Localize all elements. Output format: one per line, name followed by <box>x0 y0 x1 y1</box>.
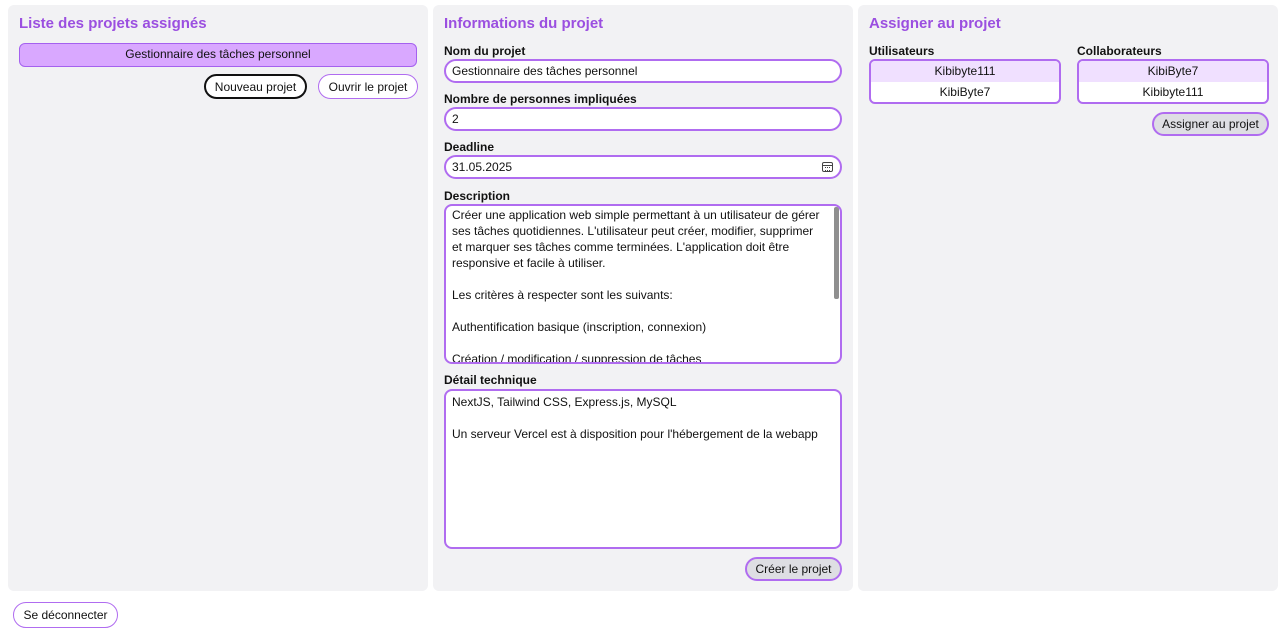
project-name-label: Nom du projet <box>444 44 526 58</box>
collaborators-list-item[interactable]: KibiByte7 <box>1079 61 1267 82</box>
technical-detail-textarea[interactable]: NextJS, Tailwind CSS, Express.js, MySQL … <box>444 389 842 549</box>
project-info-panel: Informations du projet Nom du projet Ges… <box>433 5 853 591</box>
assign-project-button[interactable]: Assigner au projet <box>1152 112 1269 136</box>
deadline-value: 31.05.2025 <box>452 160 513 174</box>
collaborators-label: Collaborateurs <box>1077 44 1162 58</box>
description-paragraph: Les critères à respecter sont les suivan… <box>452 288 673 302</box>
description-paragraph: Authentification basique (inscription, c… <box>452 320 707 334</box>
technical-paragraph: NextJS, Tailwind CSS, Express.js, MySQL <box>452 395 677 409</box>
users-list-item[interactable]: Kibibyte111 <box>871 61 1059 82</box>
deadline-label: Deadline <box>444 140 495 154</box>
description-paragraph: Créer une application web simple permett… <box>452 208 823 270</box>
project-info-title: Informations du projet <box>444 15 604 32</box>
description-textarea[interactable]: Créer une application web simple permett… <box>444 204 842 364</box>
assigned-projects-title: Liste des projets assignés <box>19 15 207 32</box>
technical-paragraph: Un serveur Vercel est à disposition pour… <box>452 427 818 441</box>
users-list[interactable]: Kibibyte111 KibiByte7 <box>869 59 1061 104</box>
technical-detail-label: Détail technique <box>444 373 537 387</box>
description-scrollbar[interactable] <box>834 207 839 299</box>
new-project-button[interactable]: Nouveau projet <box>204 74 307 99</box>
collaborators-list-item[interactable]: Kibibyte111 <box>1079 82 1267 102</box>
create-project-button[interactable]: Créer le projet <box>745 557 842 581</box>
assigned-projects-panel: Liste des projets assignés Gestionnaire … <box>8 5 428 591</box>
users-list-item[interactable]: KibiByte7 <box>871 82 1059 102</box>
assign-project-title: Assigner au projet <box>869 15 1001 32</box>
people-count-input[interactable]: 2 <box>444 107 842 131</box>
calendar-icon[interactable] <box>822 162 833 172</box>
open-project-button[interactable]: Ouvrir le projet <box>318 74 418 99</box>
collaborators-list[interactable]: KibiByte7 Kibibyte111 <box>1077 59 1269 104</box>
people-count-label: Nombre de personnes impliquées <box>444 92 637 106</box>
users-label: Utilisateurs <box>869 44 935 58</box>
project-list-item[interactable]: Gestionnaire des tâches personnel <box>19 43 417 67</box>
deadline-input[interactable]: 31.05.2025 <box>444 155 842 179</box>
description-paragraph: Création / modification / suppression de… <box>452 352 702 364</box>
assign-project-panel: Assigner au projet Utilisateurs Kibibyte… <box>858 5 1278 591</box>
description-label: Description <box>444 189 511 203</box>
project-name-input[interactable]: Gestionnaire des tâches personnel <box>444 59 842 83</box>
logout-button[interactable]: Se déconnecter <box>13 602 118 628</box>
